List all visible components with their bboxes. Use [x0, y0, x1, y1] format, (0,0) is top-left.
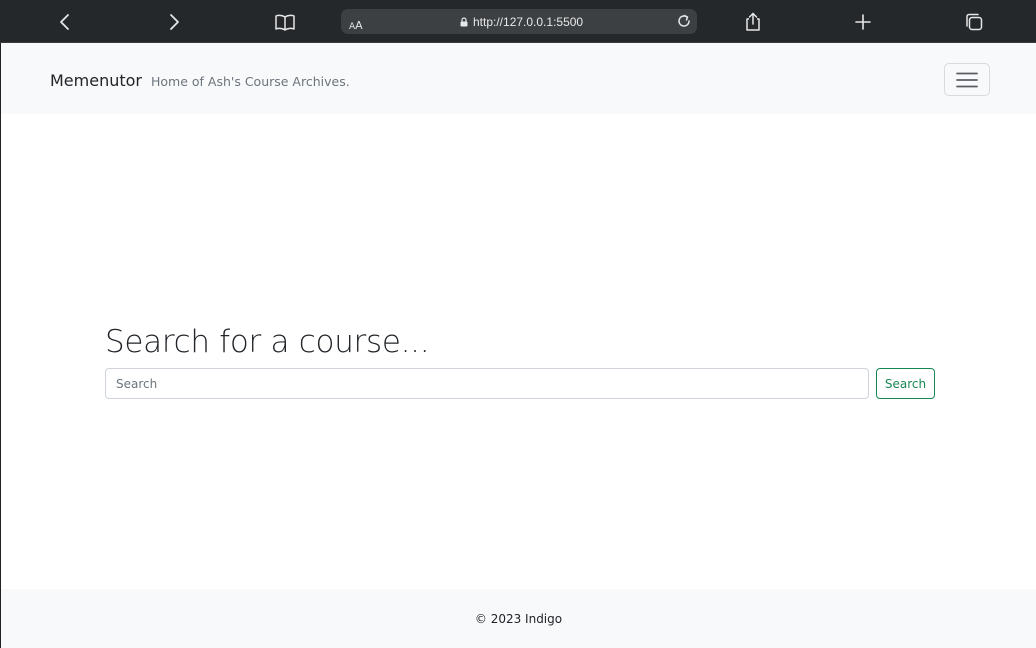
navbar: Memenutor Home of Ash's Course Archives. — [1, 43, 1036, 114]
reader-text-size-button[interactable]: AA — [349, 14, 363, 33]
brand-link[interactable]: Memenutor — [50, 71, 142, 90]
url-text: http://127.0.0.1:5500 — [473, 15, 584, 29]
web-page: Memenutor Home of Ash's Course Archives.… — [0, 43, 1036, 648]
reload-button[interactable] — [676, 13, 692, 33]
forward-icon — [170, 14, 179, 30]
new-tab-button[interactable] — [848, 7, 878, 37]
page-title: Search for a course... — [105, 324, 430, 360]
hamburger-icon — [956, 72, 978, 87]
copyright-text: © 2023 Indigo — [474, 611, 563, 626]
forward-button[interactable] — [159, 7, 189, 37]
address-bar[interactable]: AA http://127.0.0.1:5500 — [341, 9, 697, 34]
share-icon — [746, 12, 760, 31]
navbar-tagline: Home of Ash's Course Archives. — [151, 74, 350, 89]
bookmarks-icon — [275, 14, 295, 31]
share-button[interactable] — [738, 7, 768, 37]
tabs-overview-button[interactable] — [959, 7, 989, 37]
new-tab-icon — [855, 14, 871, 30]
navbar-toggler-button[interactable] — [944, 63, 990, 96]
search-button[interactable]: Search — [876, 368, 935, 399]
back-icon — [60, 14, 69, 30]
lock-icon — [460, 17, 468, 27]
search-input[interactable] — [105, 368, 869, 399]
back-button[interactable] — [50, 7, 80, 37]
tabs-icon — [966, 13, 983, 31]
bookmarks-button[interactable] — [270, 7, 300, 37]
browser-toolbar: AA http://127.0.0.1:5500 — [0, 0, 1036, 43]
reload-icon — [678, 14, 690, 27]
footer: © 2023 Indigo — [1, 589, 1036, 648]
url-display[interactable]: http://127.0.0.1:5500 — [460, 15, 583, 29]
